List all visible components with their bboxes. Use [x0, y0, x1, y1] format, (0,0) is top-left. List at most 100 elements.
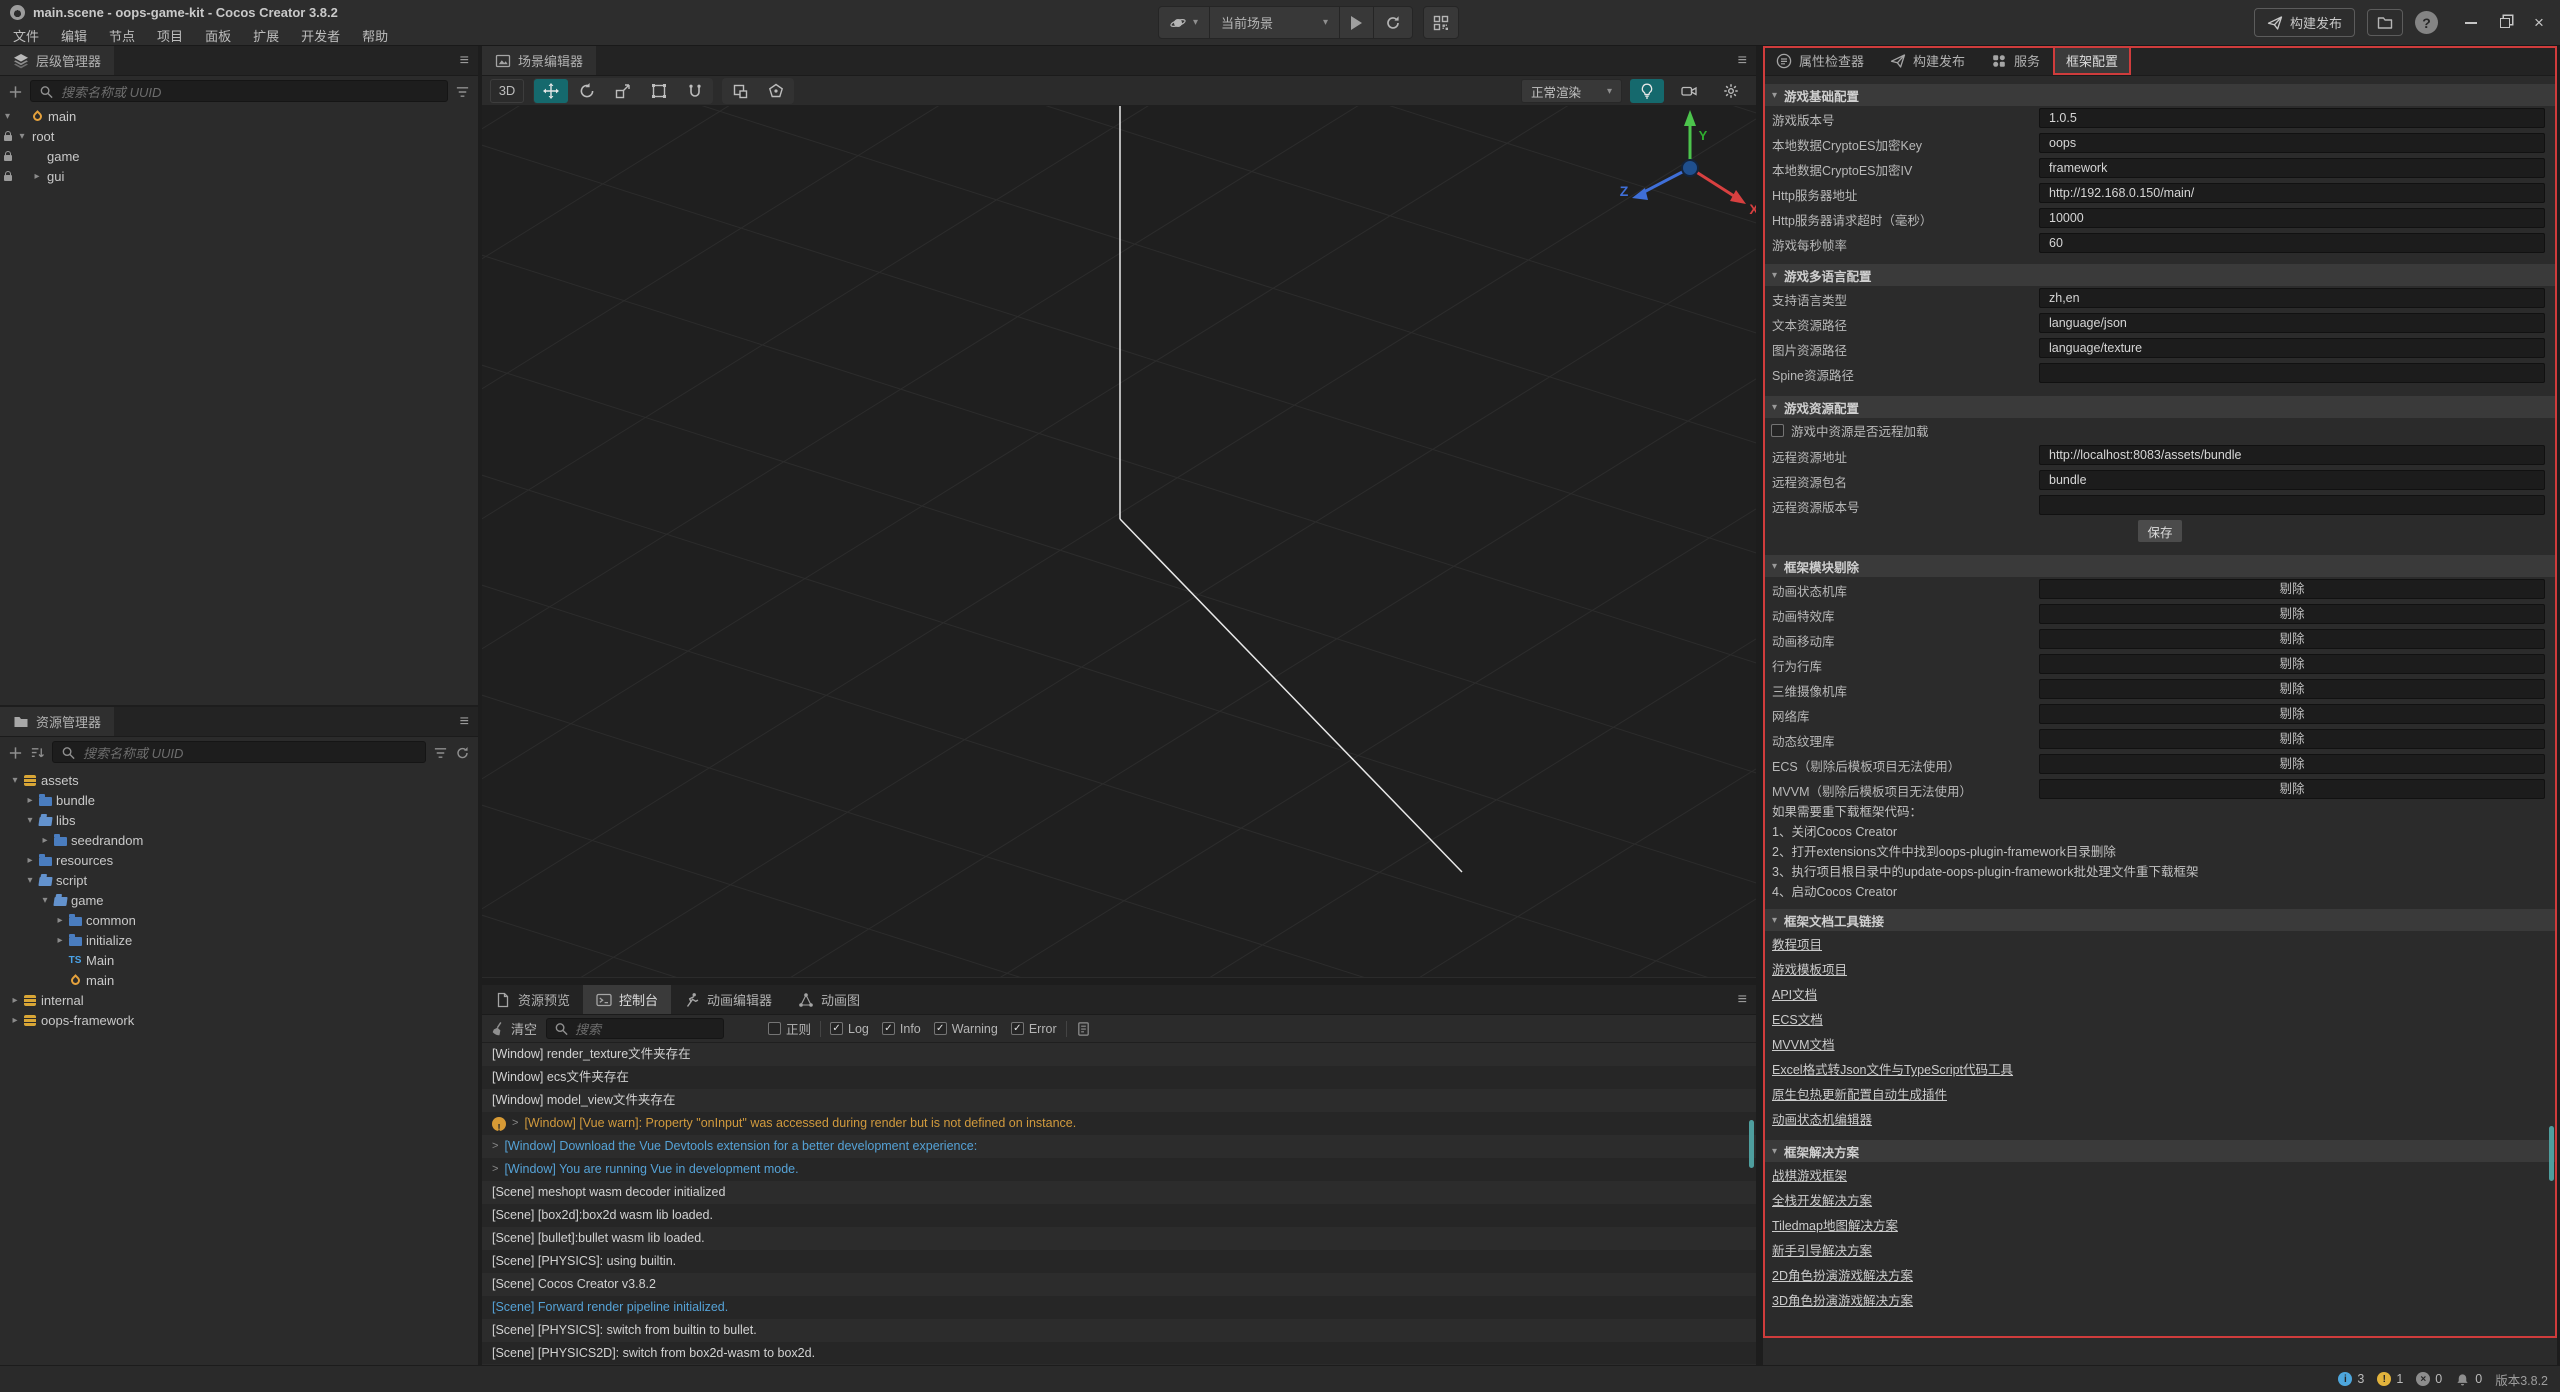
- play-button[interactable]: [1340, 7, 1374, 38]
- field-input[interactable]: http://localhost:8083/assets/bundle: [2039, 445, 2545, 465]
- field-input[interactable]: [2039, 495, 2545, 515]
- section-doc-links[interactable]: ▾框架文档工具链接: [1763, 909, 2557, 931]
- tab-scene-editor[interactable]: 场景编辑器: [482, 46, 596, 75]
- module-remove-button[interactable]: 剔除: [2039, 629, 2545, 649]
- field-input[interactable]: 10000: [2039, 208, 2545, 228]
- section-module-strip[interactable]: ▾框架模块剔除: [1763, 555, 2557, 577]
- scale-tool-button[interactable]: [606, 79, 640, 103]
- field-input[interactable]: 60: [2039, 233, 2545, 253]
- console-log-row[interactable]: [Scene] Cocos Creator v3.8.2: [482, 1273, 1756, 1296]
- tab-framework-config[interactable]: 框架配置: [2053, 46, 2131, 75]
- tab-inspector[interactable]: 构建发布: [1877, 46, 1978, 75]
- hierarchy-search-input[interactable]: 搜索名称或 UUID: [30, 80, 448, 102]
- menu-item-3[interactable]: 节点: [98, 24, 146, 47]
- doc-link[interactable]: API文档: [1772, 984, 1817, 1003]
- log-file-icon[interactable]: [1076, 1021, 1091, 1036]
- module-remove-button[interactable]: 剔除: [2039, 754, 2545, 774]
- chevron-right-icon[interactable]: ▸: [53, 935, 67, 946]
- doc-link[interactable]: 教程项目: [1772, 934, 1822, 953]
- asset-node-resources[interactable]: ▸resources: [0, 850, 478, 870]
- field-input[interactable]: framework: [2039, 158, 2545, 178]
- console-log-row[interactable]: [Scene] [PHYSICS]: switch from builtin t…: [482, 1319, 1756, 1342]
- console-log-row[interactable]: [Window] ecs文件夹存在: [482, 1066, 1756, 1089]
- chevron-right-icon[interactable]: ▸: [8, 995, 22, 1006]
- scene-viewport[interactable]: Y X Z: [482, 106, 1756, 977]
- preview-qr-button[interactable]: [1423, 6, 1459, 39]
- scene-select-dropdown[interactable]: 当前场景 ▾: [1210, 7, 1340, 38]
- inspector-scrollbar-thumb[interactable]: [2549, 1126, 2554, 1181]
- tab-console[interactable]: 资源预览: [482, 985, 583, 1014]
- filter-icon[interactable]: [455, 84, 470, 99]
- doc-link[interactable]: 游戏模板项目: [1772, 959, 1847, 978]
- tab-console[interactable]: 动画图: [785, 985, 873, 1014]
- asset-node-game[interactable]: ▾game: [0, 890, 478, 910]
- chevron-down-icon[interactable]: ▾: [23, 815, 37, 826]
- asset-node-seedrandom[interactable]: ▸seedrandom: [0, 830, 478, 850]
- chevron-right-icon[interactable]: ▸: [38, 835, 52, 846]
- menu-item-7[interactable]: 开发者: [290, 24, 351, 47]
- rect-tool-button[interactable]: [642, 79, 676, 103]
- field-input[interactable]: bundle: [2039, 470, 2545, 490]
- hierarchy-node-gui[interactable]: ▸gui: [0, 166, 478, 186]
- section-resource-config[interactable]: ▾游戏资源配置: [1763, 396, 2557, 418]
- menu-item-8[interactable]: 帮助: [351, 24, 399, 47]
- filter-log-checkbox[interactable]: ✓Log: [830, 1022, 869, 1036]
- asset-node-oops-framework[interactable]: ▸oops-framework: [0, 1010, 478, 1030]
- module-remove-button[interactable]: 剔除: [2039, 704, 2545, 724]
- expand-chevron-icon[interactable]: >: [512, 1112, 518, 1135]
- hierarchy-node-game[interactable]: game: [0, 146, 478, 166]
- move-tool-button[interactable]: [534, 79, 568, 103]
- module-remove-button[interactable]: 剔除: [2039, 779, 2545, 799]
- panel-menu-icon[interactable]: ≡: [1738, 52, 1747, 70]
- chevron-down-icon[interactable]: ▾: [23, 875, 37, 886]
- tab-inspector[interactable]: 服务: [1978, 46, 2053, 75]
- menu-item-6[interactable]: 扩展: [242, 24, 290, 47]
- coordinate-button[interactable]: [759, 79, 793, 103]
- maximize-button[interactable]: [2490, 10, 2520, 36]
- ui-transform-tool-button[interactable]: [678, 79, 712, 103]
- asset-node-initialize[interactable]: ▸initialize: [0, 930, 478, 950]
- save-button[interactable]: 保存: [2138, 520, 2182, 542]
- chevron-down-icon[interactable]: ▾: [38, 895, 52, 906]
- add-asset-icon[interactable]: [8, 745, 23, 760]
- asset-node-script[interactable]: ▾script: [0, 870, 478, 890]
- section-solution-links[interactable]: ▾框架解决方案: [1763, 1140, 2557, 1162]
- console-log-row[interactable]: !>[Window] [Vue warn]: Property "onInput…: [482, 1112, 1756, 1135]
- solution-link[interactable]: Tiledmap地图解决方案: [1772, 1215, 1898, 1234]
- module-remove-button[interactable]: 剔除: [2039, 679, 2545, 699]
- tab-hierarchy[interactable]: 层级管理器: [0, 46, 114, 75]
- asset-node-assets[interactable]: ▾assets: [0, 770, 478, 790]
- solution-link[interactable]: 战棋游戏框架: [1772, 1165, 1847, 1184]
- console-log-row[interactable]: >[Window] You are running Vue in develop…: [482, 1158, 1756, 1181]
- rotate-tool-button[interactable]: [570, 79, 604, 103]
- doc-link[interactable]: 动画状态机编辑器: [1772, 1109, 1872, 1128]
- asset-node-main[interactable]: main: [0, 970, 478, 990]
- refresh-icon[interactable]: [455, 745, 470, 760]
- build-publish-button[interactable]: 构建发布: [2254, 8, 2355, 37]
- module-remove-button[interactable]: 剔除: [2039, 729, 2545, 749]
- chevron-right-icon[interactable]: ▸: [53, 915, 67, 926]
- filter-info-checkbox[interactable]: ✓Info: [882, 1022, 921, 1036]
- tab-console[interactable]: 动画编辑器: [671, 985, 785, 1014]
- error-count-badge[interactable]: × 0: [2416, 1372, 2442, 1386]
- help-button[interactable]: ?: [2415, 11, 2438, 34]
- console-log-row[interactable]: [Scene] [box2d]:box2d wasm lib loaded.: [482, 1204, 1756, 1227]
- reload-button[interactable]: [1374, 7, 1412, 38]
- console-log-row[interactable]: [Scene] Forward render pipeline initiali…: [482, 1296, 1756, 1319]
- panel-menu-icon[interactable]: ≡: [1738, 991, 1747, 1009]
- warning-count-badge[interactable]: ! 1: [2377, 1372, 2403, 1386]
- checkbox-unchecked-icon[interactable]: [1771, 424, 1784, 437]
- info-count-badge[interactable]: i 3: [2338, 1372, 2364, 1386]
- camera-settings-button[interactable]: [1672, 79, 1706, 103]
- solution-link[interactable]: 新手引导解决方案: [1772, 1240, 1872, 1259]
- mode-3d-button[interactable]: 3D: [490, 79, 524, 103]
- field-input[interactable]: 1.0.5: [2039, 108, 2545, 128]
- section-language-config[interactable]: ▾游戏多语言配置: [1763, 264, 2557, 286]
- asset-node-bundle[interactable]: ▸bundle: [0, 790, 478, 810]
- doc-link[interactable]: ECS文档: [1772, 1009, 1823, 1028]
- pivot-button[interactable]: [723, 79, 757, 103]
- open-project-folder-button[interactable]: [2367, 9, 2403, 36]
- field-input[interactable]: language/json: [2039, 313, 2545, 333]
- add-node-icon[interactable]: [8, 84, 23, 99]
- chevron-right-icon[interactable]: ▸: [23, 795, 37, 806]
